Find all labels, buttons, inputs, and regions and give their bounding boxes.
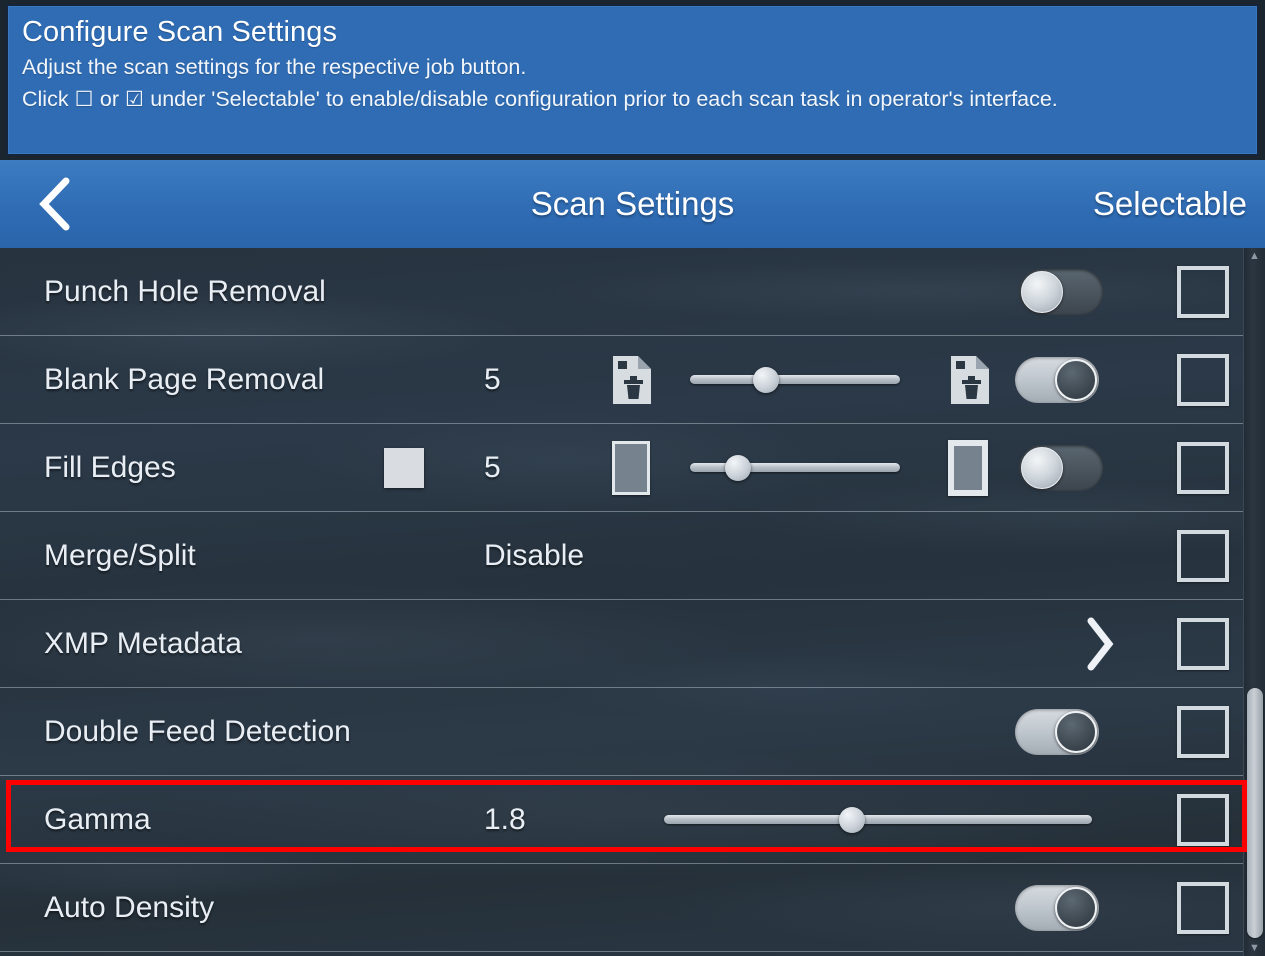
checked-checkbox-icon: ☑ — [124, 88, 145, 111]
banner-line2-pre: Click — [22, 87, 75, 111]
selectable-checkbox[interactable] — [1177, 617, 1229, 670]
table-row[interactable]: Merge/Split Disable — [0, 512, 1265, 600]
row-value: 1.8 — [484, 802, 526, 836]
banner-title: Configure Scan Settings — [22, 16, 338, 48]
fill-edges-slider[interactable] — [690, 453, 900, 483]
row-label: Merge/Split — [44, 538, 196, 572]
chevron-left-icon — [34, 175, 76, 233]
punch-hole-removal-toggle[interactable] — [1019, 268, 1103, 315]
selectable-checkbox[interactable] — [1177, 793, 1229, 846]
scroll-down-arrow-icon[interactable]: ▼ — [1244, 940, 1265, 956]
page-title: Scan Settings — [530, 185, 735, 222]
page-border-thin — [612, 440, 650, 495]
slider-track — [690, 375, 900, 384]
table-row[interactable]: Punch Hole Removal — [0, 248, 1265, 336]
double-feed-detection-toggle[interactable] — [1015, 708, 1099, 755]
table-row[interactable]: Fill Edges 5 — [0, 424, 1265, 512]
banner-line-2: Click ☐ or ☑ under 'Selectable' to enabl… — [22, 83, 1243, 116]
table-row[interactable]: Gamma 1.8 — [0, 776, 1265, 864]
fill-edges-toggle[interactable] — [1019, 444, 1103, 491]
page-thin-border-icon — [612, 440, 650, 495]
row-label: Gamma — [44, 802, 151, 836]
page-delete-large-icon — [948, 354, 992, 406]
page-thick-border-icon — [948, 439, 988, 496]
slider-track — [690, 463, 900, 472]
row-label: Punch Hole Removal — [44, 274, 326, 308]
row-label: Blank Page Removal — [44, 362, 325, 396]
page-border-thick — [948, 439, 988, 496]
title-bar: Scan Settings Selectable — [0, 160, 1265, 248]
gamma-slider[interactable] — [664, 805, 1092, 835]
blank-page-removal-slider[interactable] — [690, 365, 900, 395]
settings-list[interactable]: Punch Hole Removal Blank Page Removal 5 — [0, 248, 1265, 956]
back-button[interactable] — [0, 160, 110, 248]
scrollbar-thumb[interactable] — [1247, 688, 1263, 938]
chevron-right-icon[interactable] — [1083, 616, 1117, 672]
selectable-checkbox[interactable] — [1177, 529, 1229, 582]
slider-knob[interactable] — [839, 806, 866, 833]
selectable-column-header[interactable]: Selectable — [1093, 185, 1247, 223]
selectable-checkbox[interactable] — [1177, 881, 1229, 934]
banner-line-1: Adjust the scan settings for the respect… — [22, 55, 527, 79]
row-value: Disable — [484, 538, 585, 572]
slider-track — [664, 815, 1092, 824]
vertical-scrollbar[interactable]: ▲ ▼ — [1243, 248, 1265, 956]
slider-knob[interactable] — [725, 454, 752, 481]
page-delete-small-icon — [610, 354, 654, 406]
scroll-up-arrow-icon[interactable]: ▲ — [1244, 248, 1265, 264]
selectable-checkbox[interactable] — [1177, 353, 1229, 406]
unchecked-checkbox-icon: ☐ — [74, 88, 94, 111]
slider-knob[interactable] — [752, 366, 779, 393]
selectable-checkbox[interactable] — [1177, 265, 1229, 318]
row-label: Double Feed Detection — [44, 714, 351, 748]
row-label: Auto Density — [44, 890, 215, 924]
table-row[interactable]: XMP Metadata — [0, 600, 1265, 688]
toggle-knob — [1055, 358, 1097, 401]
selectable-checkbox[interactable] — [1177, 705, 1229, 758]
banner-line2-post: under 'Selectable' to enable/disable con… — [144, 87, 1058, 111]
toggle-knob — [1055, 886, 1097, 929]
fill-edges-color-swatch[interactable] — [384, 447, 424, 488]
toggle-knob — [1055, 710, 1097, 753]
row-label: Fill Edges — [44, 450, 176, 484]
scan-settings-screen: Configure Scan Settings Adjust the scan … — [0, 0, 1265, 956]
banner-line2-or: or — [93, 87, 125, 111]
row-value: 5 — [484, 362, 501, 396]
table-row[interactable]: Auto Density — [0, 864, 1265, 952]
selectable-checkbox[interactable] — [1177, 441, 1229, 494]
row-value: 5 — [484, 450, 501, 484]
table-row[interactable]: Double Feed Detection — [0, 688, 1265, 776]
row-label: XMP Metadata — [44, 626, 242, 660]
toggle-knob — [1021, 270, 1063, 313]
blank-page-removal-toggle[interactable] — [1015, 356, 1099, 403]
toggle-knob — [1021, 446, 1063, 489]
table-row[interactable]: Blank Page Removal 5 — [0, 336, 1265, 424]
instruction-banner: Configure Scan Settings Adjust the scan … — [6, 4, 1259, 156]
auto-density-toggle[interactable] — [1015, 884, 1099, 931]
